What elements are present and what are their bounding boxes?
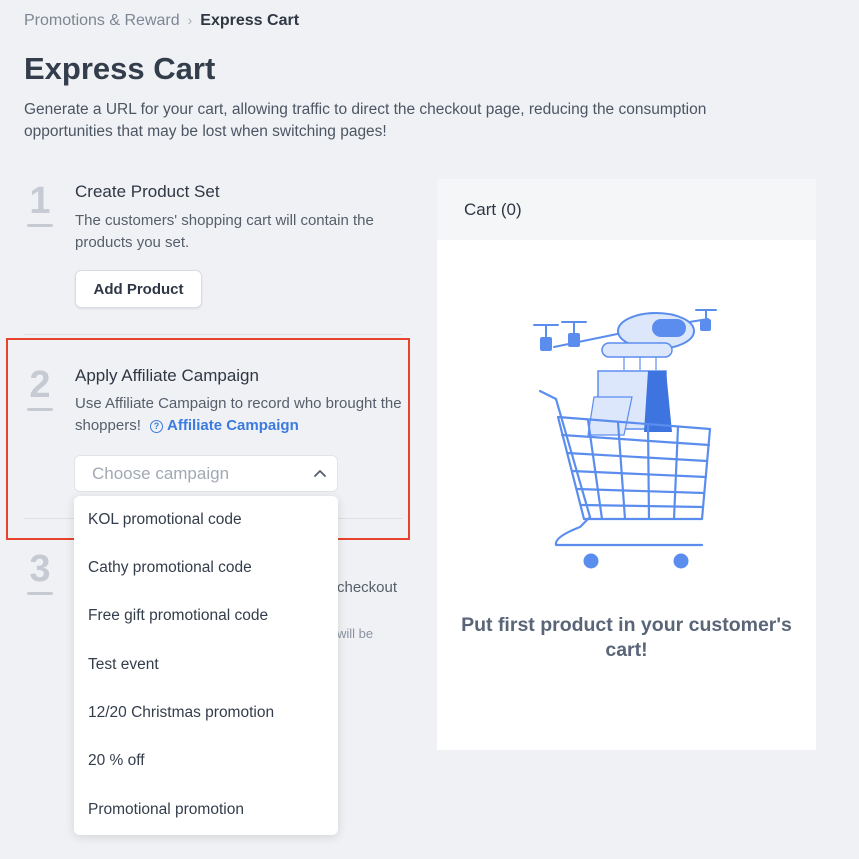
step-number-3: 3: [25, 548, 55, 595]
step-3-description-partial: checkout: [337, 579, 398, 596]
campaign-dropdown-menu: KOL promotional code Cathy promotional c…: [74, 496, 338, 835]
campaign-option[interactable]: Free gift promotional code: [88, 607, 268, 625]
campaign-option[interactable]: KOL promotional code: [88, 511, 242, 529]
cart-empty-message: Put first product in your customer's car…: [461, 614, 792, 661]
breadcrumb: Promotions & Reward › Express Cart: [24, 12, 299, 30]
page-title: Express Cart: [24, 51, 216, 86]
campaign-option[interactable]: Cathy promotional code: [88, 559, 252, 577]
breadcrumb-separator: ›: [187, 12, 193, 28]
breadcrumb-parent[interactable]: Promotions & Reward: [24, 12, 180, 29]
drone-shopping-cart-icon: [533, 309, 717, 569]
step-1-description: The customers' shopping cart will contai…: [75, 212, 374, 251]
divider: [24, 334, 402, 335]
campaign-option[interactable]: 20 % off: [88, 752, 145, 770]
campaign-option[interactable]: 12/20 Christmas promotion: [88, 704, 274, 722]
campaign-option[interactable]: Promotional promotion: [88, 801, 244, 819]
step-3-note-partial: will be: [337, 626, 374, 641]
breadcrumb-current: Express Cart: [200, 12, 300, 29]
add-product-button[interactable]: Add Product: [75, 270, 202, 308]
campaign-option[interactable]: Test event: [88, 656, 159, 674]
cart-panel: Cart (0) Put first product in your custo…: [437, 179, 816, 750]
step-number-1: 1: [25, 180, 55, 227]
page-description: Generate a URL for your cart, allowing t…: [24, 101, 707, 140]
cart-header: Cart (0): [437, 179, 816, 240]
step-1-title: Create Product Set: [75, 182, 220, 201]
